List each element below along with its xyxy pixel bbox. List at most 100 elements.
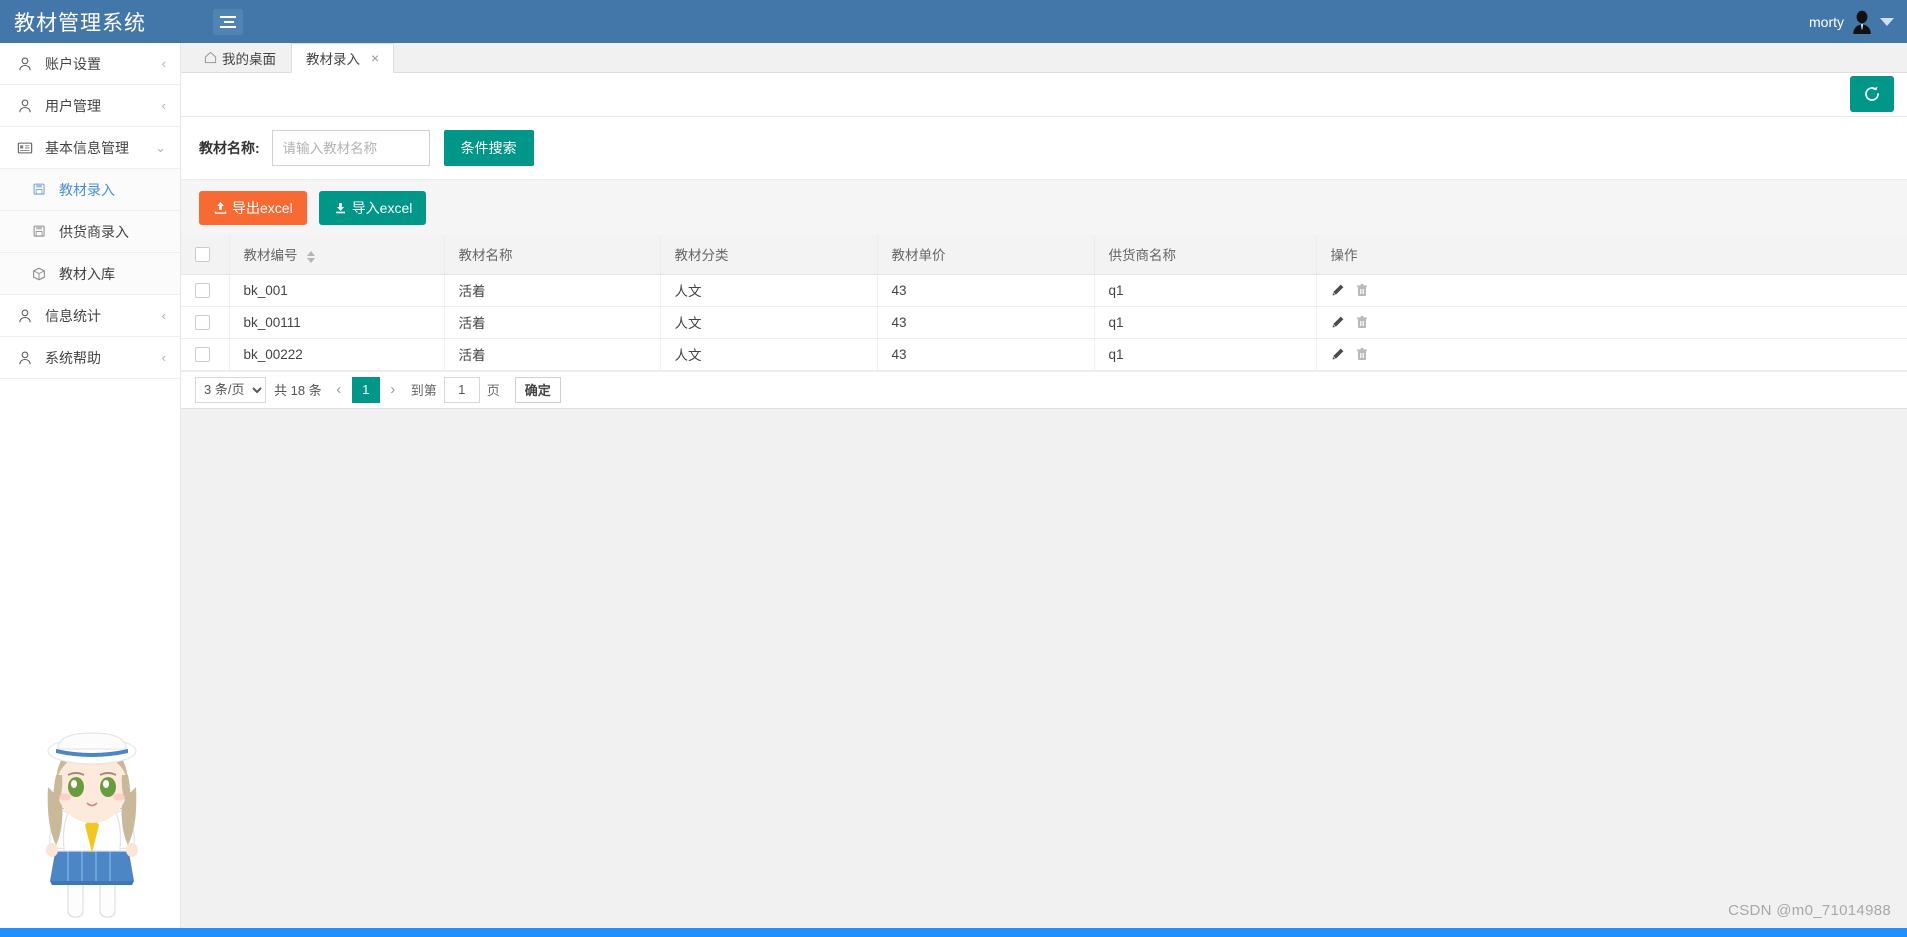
tab-strip: 我的桌面 教材录入 ×	[181, 43, 1907, 73]
tab-label: 我的桌面	[222, 51, 276, 67]
upload-icon	[214, 202, 227, 214]
file-save-icon	[30, 181, 48, 199]
search-form: 教材名称: 条件搜索	[181, 117, 1907, 179]
cell-category: 人文	[660, 338, 878, 371]
next-page-button[interactable]: ›	[382, 377, 404, 403]
pencil-icon[interactable]	[1331, 283, 1345, 297]
table-header-row: 教材编号 教材名称 教材分类 教材单价 供货商名称 操作	[181, 235, 1907, 275]
tab-label: 教材录入	[306, 52, 360, 67]
sidebar-item-info-statistics[interactable]: 信息统计 ‹	[0, 295, 180, 337]
tab-textbook-entry[interactable]: 教材录入 ×	[291, 43, 395, 73]
cell-supplier: q1	[1094, 338, 1317, 371]
chevron-left-icon: ‹	[161, 56, 166, 71]
row-checkbox[interactable]	[195, 282, 210, 298]
sidebar-item-supplier-entry[interactable]: 供货商录入	[0, 211, 180, 253]
refresh-toolbar	[181, 73, 1907, 117]
row-select-cell	[181, 338, 230, 371]
cell-code: bk_00111	[229, 306, 445, 339]
sort-icon[interactable]	[307, 250, 316, 263]
refresh-button[interactable]	[1850, 76, 1894, 112]
sidebar-item-account-settings[interactable]: 账户设置 ‹	[0, 43, 180, 85]
sidebar-item-label: 账户设置	[45, 55, 101, 72]
sidebar-item-basic-info-management[interactable]: 基本信息管理 ⌄	[0, 127, 180, 169]
table-row[interactable]: bk_001 活着 人文 43 q1	[181, 274, 1907, 307]
column-header-code[interactable]: 教材编号	[229, 235, 445, 275]
total-count-label: 共 18 条	[274, 383, 322, 398]
sidebar-item-label: 信息统计	[45, 307, 101, 324]
cell-price: 43	[877, 306, 1095, 339]
table-header: 教材编号 教材名称 教材分类 教材单价 供货商名称 操作	[181, 235, 1907, 275]
application-root: 教材管理系统 morty 账户设置 ‹ 用户管理 ‹ 基本信息管理 ⌄ 教材录入…	[0, 0, 1907, 937]
column-label: 教材编号	[243, 248, 298, 264]
close-icon[interactable]: ×	[371, 51, 379, 65]
app-brand-title: 教材管理系统	[14, 11, 146, 35]
row-checkbox[interactable]	[195, 314, 210, 330]
tab-my-desktop[interactable]: 我的桌面	[189, 42, 291, 72]
page-number-1[interactable]: 1	[351, 376, 380, 403]
import-excel-button[interactable]: 导入excel	[318, 190, 427, 225]
goto-page-input[interactable]	[443, 376, 480, 403]
cell-code: bk_001	[229, 274, 445, 307]
page-size-select[interactable]: 3 条/页	[195, 376, 266, 403]
column-header-price: 教材单价	[877, 235, 1095, 275]
id-card-icon	[16, 139, 34, 157]
cell-supplier: q1	[1094, 274, 1317, 307]
hamburger-icon[interactable]	[213, 8, 243, 35]
bottom-accent-bar	[0, 928, 1907, 937]
export-excel-label: 导出excel	[232, 199, 293, 216]
sidebar-item-textbook-inbound[interactable]: 教材入库	[0, 253, 180, 295]
chevron-down-icon[interactable]	[1880, 17, 1894, 26]
sidebar-navigation: 账户设置 ‹ 用户管理 ‹ 基本信息管理 ⌄ 教材录入 供货商录入 教材入库 信…	[0, 43, 181, 937]
refresh-icon	[1865, 86, 1879, 101]
pencil-icon[interactable]	[1331, 315, 1345, 329]
cell-price: 43	[877, 338, 1095, 371]
goto-suffix-label: 页	[486, 383, 500, 398]
sidebar-item-label: 基本信息管理	[45, 139, 129, 156]
page-content: 教材名称: 条件搜索 导出excel	[181, 73, 1907, 937]
trash-icon[interactable]	[1355, 283, 1369, 297]
row-checkbox[interactable]	[195, 346, 210, 362]
row-select-cell	[181, 274, 230, 307]
prev-page-button[interactable]: ‹	[328, 377, 350, 403]
select-all-checkbox[interactable]	[195, 247, 210, 263]
sidebar-item-label: 系统帮助	[45, 349, 101, 366]
export-excel-button[interactable]: 导出excel	[199, 190, 307, 225]
sidebar-item-label: 用户管理	[45, 97, 101, 114]
home-icon	[204, 51, 217, 64]
cell-operations	[1316, 338, 1907, 371]
pencil-icon[interactable]	[1331, 347, 1345, 361]
search-button[interactable]: 条件搜索	[443, 130, 534, 166]
cell-category: 人文	[660, 306, 878, 339]
trash-icon[interactable]	[1355, 315, 1369, 329]
table-row[interactable]: bk_00111 活着 人文 43 q1	[181, 306, 1907, 339]
sidebar-item-label: 教材入库	[59, 265, 115, 282]
chevron-left-icon: ‹	[161, 98, 166, 113]
sidebar-item-user-management[interactable]: 用户管理 ‹	[0, 85, 180, 127]
cell-name: 活着	[444, 274, 661, 307]
user-menu[interactable]: morty	[1809, 10, 1907, 34]
box-icon	[30, 265, 48, 283]
trash-icon[interactable]	[1355, 347, 1369, 361]
search-field-label: 教材名称:	[199, 140, 260, 156]
column-header-name: 教材名称	[444, 235, 661, 275]
username-label: morty	[1809, 13, 1844, 30]
user-icon	[16, 97, 34, 115]
cell-operations	[1316, 306, 1907, 339]
cell-supplier: q1	[1094, 306, 1317, 339]
import-excel-label: 导入excel	[351, 199, 413, 216]
user-icon	[16, 349, 34, 367]
data-table-container: 教材编号 教材名称 教材分类 教材单价 供货商名称 操作 bk_001 活着 人…	[181, 235, 1907, 409]
sidebar-item-textbook-entry[interactable]: 教材录入	[0, 169, 180, 211]
table-row[interactable]: bk_00222 活着 人文 43 q1	[181, 338, 1907, 371]
user-icon	[16, 55, 34, 73]
pagination-bar: 3 条/页 共 18 条 ‹ 1 › 到第 页 确定	[181, 370, 1907, 409]
user-icon	[16, 307, 34, 325]
download-icon	[335, 203, 345, 214]
sidebar-item-system-help[interactable]: 系统帮助 ‹	[0, 337, 180, 379]
goto-confirm-button[interactable]: 确定	[514, 376, 561, 403]
chevron-down-icon: ⌄	[155, 140, 166, 155]
search-input[interactable]	[271, 130, 430, 166]
cell-name: 活着	[444, 306, 661, 339]
cell-operations	[1316, 274, 1907, 307]
chevron-left-icon: ‹	[161, 350, 166, 365]
